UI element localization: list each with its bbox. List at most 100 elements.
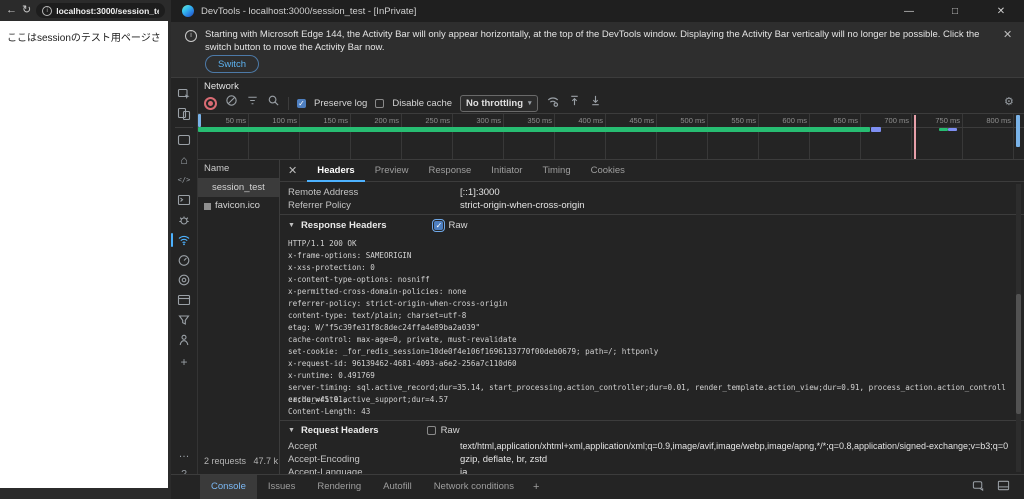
feedback-icon[interactable] [972,479,985,497]
section-divider [280,420,1024,421]
drawer-tab-console[interactable]: Console [200,475,257,499]
tick-label: 100 ms [272,116,297,125]
memory-icon[interactable] [176,272,192,288]
accessibility-icon[interactable] [176,332,192,348]
network-summary: 2 requests 47.7 kB tra [204,456,278,466]
elements-icon[interactable]: </> [176,172,192,188]
timeline-left-handle[interactable] [198,114,201,127]
raw-header-line: x-content-type-options: nosniff [288,275,430,284]
more-icon[interactable]: … [176,446,192,462]
tick-label: 50 ms [225,116,246,125]
request-raw-checkbox[interactable] [426,425,436,435]
raw-header-line: cache-control: max-age=0, private, must-… [288,335,517,344]
search-icon[interactable] [267,94,280,112]
activity-bar: ⌂ </> + … ? [171,78,198,499]
drawer-tab-rendering[interactable]: Rendering [306,475,372,499]
request-headers-section[interactable]: ▼ Request Headers Raw [288,423,460,437]
back-icon[interactable]: ← [6,5,17,16]
name-column-header[interactable]: Name [198,160,279,179]
tab-initiator[interactable]: Initiator [481,160,532,182]
import-har-icon[interactable] [568,94,581,112]
request-header-row: Accept-Language ja [288,466,1008,474]
network-icon[interactable] [176,232,192,248]
toolbar-separator [288,96,289,110]
issues-icon[interactable] [176,212,192,228]
tick-label: 600 ms [782,116,807,125]
raw-label[interactable]: Raw [441,425,460,436]
welcome-panel-icon[interactable] [176,132,192,148]
console-panel-icon[interactable] [176,192,192,208]
drawer-tab-autofill[interactable]: Autofill [372,475,423,499]
performance-icon[interactable] [176,252,192,268]
close-button[interactable]: ✕ [978,0,1024,22]
home-icon[interactable]: ⌂ [176,152,192,168]
application-icon[interactable] [176,292,192,308]
tab-preview[interactable]: Preview [365,160,419,182]
drawer-right-icons [972,479,1010,497]
switch-button[interactable]: Switch [205,55,259,73]
chevron-down-icon: ▼ [288,426,295,434]
response-raw-checkbox[interactable]: ✓ [432,218,446,232]
css-overview-icon[interactable] [176,312,192,328]
waterfall-bar-session-test [198,127,870,132]
raw-label[interactable]: Raw [448,220,467,231]
chevron-down-icon: ▾ [528,100,532,107]
header-name: Referrer Policy [288,200,351,211]
dock-side-icon[interactable] [997,479,1010,497]
refresh-icon[interactable]: ↻ [22,5,31,16]
add-panel-icon[interactable]: + [176,354,192,370]
request-row-favicon[interactable]: favicon.ico [198,197,279,215]
network-conditions-icon[interactable] [546,94,560,113]
raw-header-line: x-request-id: 96139462-4681-4093-a6e2-25… [288,359,517,368]
request-table: Name session_test favicon.ico 2 requests… [198,160,280,474]
response-headers-section[interactable]: ▼ Response Headers ✓ Raw [288,218,468,232]
devtools-title: DevTools - localhost:3000/session_test -… [201,5,417,17]
tick-label: 750 ms [935,116,960,125]
section-title: Request Headers [300,424,379,436]
request-header-row: Accept text/html,application/xhtml+xml,a… [288,440,1008,453]
settings-gear-icon[interactable]: ⚙ [1004,95,1014,108]
preserve-log-label[interactable]: Preserve log [314,98,367,109]
address-bar[interactable]: i localhost:3000/session_test [36,3,165,18]
disable-cache-checkbox[interactable] [375,98,385,108]
site-info-icon[interactable]: i [42,5,53,16]
tab-response[interactable]: Response [419,160,482,182]
timeline-overview[interactable]: 50 ms 100 ms 150 ms 200 ms 250 ms 300 ms… [198,114,1024,160]
throttling-select[interactable]: No throttling ▾ [460,94,538,112]
header-value: [::1]:3000 [460,187,500,198]
details-scrollbar[interactable] [1016,184,1021,472]
requests-count: 2 requests [204,456,247,466]
tab-cookies[interactable]: Cookies [581,160,635,182]
raw-header-line: HTTP/1.1 200 OK [288,239,357,248]
waterfall-bar-favicon-tail [948,128,957,131]
tab-timing[interactable]: Timing [532,160,580,182]
panel-title: Network [204,81,239,92]
section-title: Response Headers [300,219,387,231]
drawer-tab-issues[interactable]: Issues [257,475,306,499]
clear-icon[interactable] [225,94,238,112]
tick-label: 200 ms [374,116,399,125]
filter-icon[interactable] [246,94,259,112]
section-divider [280,214,1024,215]
request-row-session-test[interactable]: session_test [198,179,279,197]
disable-cache-label[interactable]: Disable cache [392,98,452,109]
device-emulation-icon[interactable] [176,106,192,122]
scrollbar-thumb[interactable] [1016,294,1021,414]
preserve-log-checkbox[interactable]: ✓ [297,98,306,108]
inspect-icon[interactable] [176,86,192,102]
drawer-tab-network-conditions[interactable]: Network conditions [423,475,525,499]
close-details-icon[interactable]: ✕ [288,164,297,177]
record-icon[interactable] [204,96,217,110]
banner-close-icon[interactable]: ✕ [1003,28,1012,41]
info-icon: i [185,30,197,42]
timeline-right-handle[interactable] [1016,115,1020,147]
minimize-button[interactable]: — [886,0,932,22]
export-har-icon[interactable] [589,94,602,112]
raw-header-line: set-cookie: _for_redis_session=10de0f4e1… [288,347,659,356]
request-name: favicon.ico [215,200,260,211]
tab-headers[interactable]: Headers [307,160,365,182]
raw-header-line: x-frame-options: SAMEORIGIN [288,251,412,260]
add-drawer-tab-icon[interactable]: + [525,481,547,493]
maximize-button[interactable]: □ [932,0,978,22]
waterfall-bar-favicon [939,128,948,131]
